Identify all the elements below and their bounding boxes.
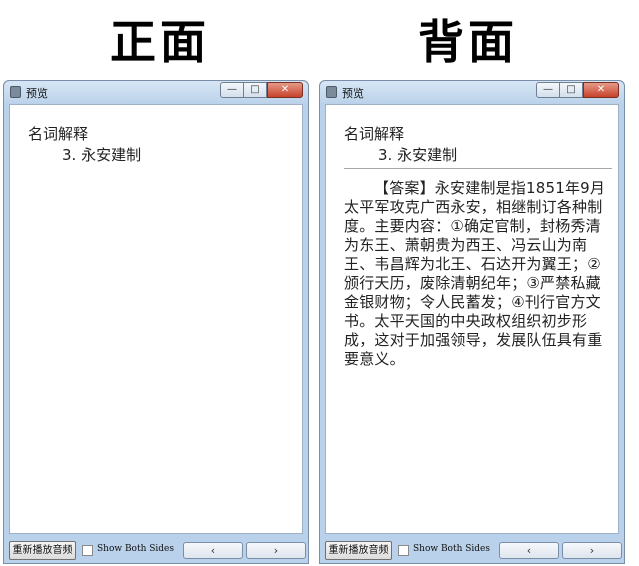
show-both-sides-label[interactable]: Show Both Sides: [413, 544, 490, 554]
title-bar[interactable]: 预览 — □ ✕: [320, 81, 624, 103]
show-both-sides-checkbox[interactable]: [398, 545, 409, 556]
maximize-button[interactable]: □: [244, 82, 267, 98]
title-bar[interactable]: 预览 — □ ✕: [4, 81, 308, 103]
bottom-bar: 重新播放音频 Show Both Sides ‹ ›: [320, 538, 624, 563]
question-item: 3. 永安建制: [378, 146, 458, 164]
window-title: 预览: [26, 87, 48, 100]
question-label: 名词解释: [344, 125, 405, 143]
bottom-bar: 重新播放音频 Show Both Sides ‹ ›: [4, 538, 308, 563]
answer-divider: [344, 168, 612, 169]
replay-audio-button[interactable]: 重新播放音频: [9, 541, 76, 560]
show-both-sides-label[interactable]: Show Both Sides: [97, 544, 174, 554]
preview-window-front: 预览 — □ ✕ 名词解释 3. 永安建制 重新播放音频 Show Both S…: [3, 80, 309, 564]
next-button[interactable]: ›: [562, 542, 622, 559]
close-button[interactable]: ✕: [583, 82, 619, 98]
question-label: 名词解释: [28, 125, 89, 143]
minimize-button[interactable]: —: [220, 82, 244, 98]
front-heading: 正面: [110, 15, 210, 69]
preview-window-back: 预览 — □ ✕ 名词解释 3. 永安建制 【答案】永安建制是指1851年9月太…: [319, 80, 625, 564]
replay-audio-button[interactable]: 重新播放音频: [325, 541, 392, 560]
card-content: 名词解释 3. 永安建制 【答案】永安建制是指1851年9月太平军攻克广西永安，…: [325, 104, 619, 534]
app-icon: [10, 86, 21, 98]
show-both-sides-checkbox[interactable]: [82, 545, 93, 556]
next-button[interactable]: ›: [246, 542, 306, 559]
close-button[interactable]: ✕: [267, 82, 303, 98]
prev-button[interactable]: ‹: [183, 542, 243, 559]
window-title: 预览: [342, 87, 364, 100]
app-icon: [326, 86, 337, 98]
maximize-button[interactable]: □: [560, 82, 583, 98]
prev-button[interactable]: ‹: [499, 542, 559, 559]
card-content: 名词解释 3. 永安建制: [9, 104, 303, 534]
minimize-button[interactable]: —: [536, 82, 560, 98]
answer-text: 【答案】永安建制是指1851年9月太平军攻克广西永安，相继制订各种制度。主要内容…: [344, 179, 606, 368]
question-item: 3. 永安建制: [62, 146, 142, 164]
back-heading: 背面: [418, 15, 518, 69]
